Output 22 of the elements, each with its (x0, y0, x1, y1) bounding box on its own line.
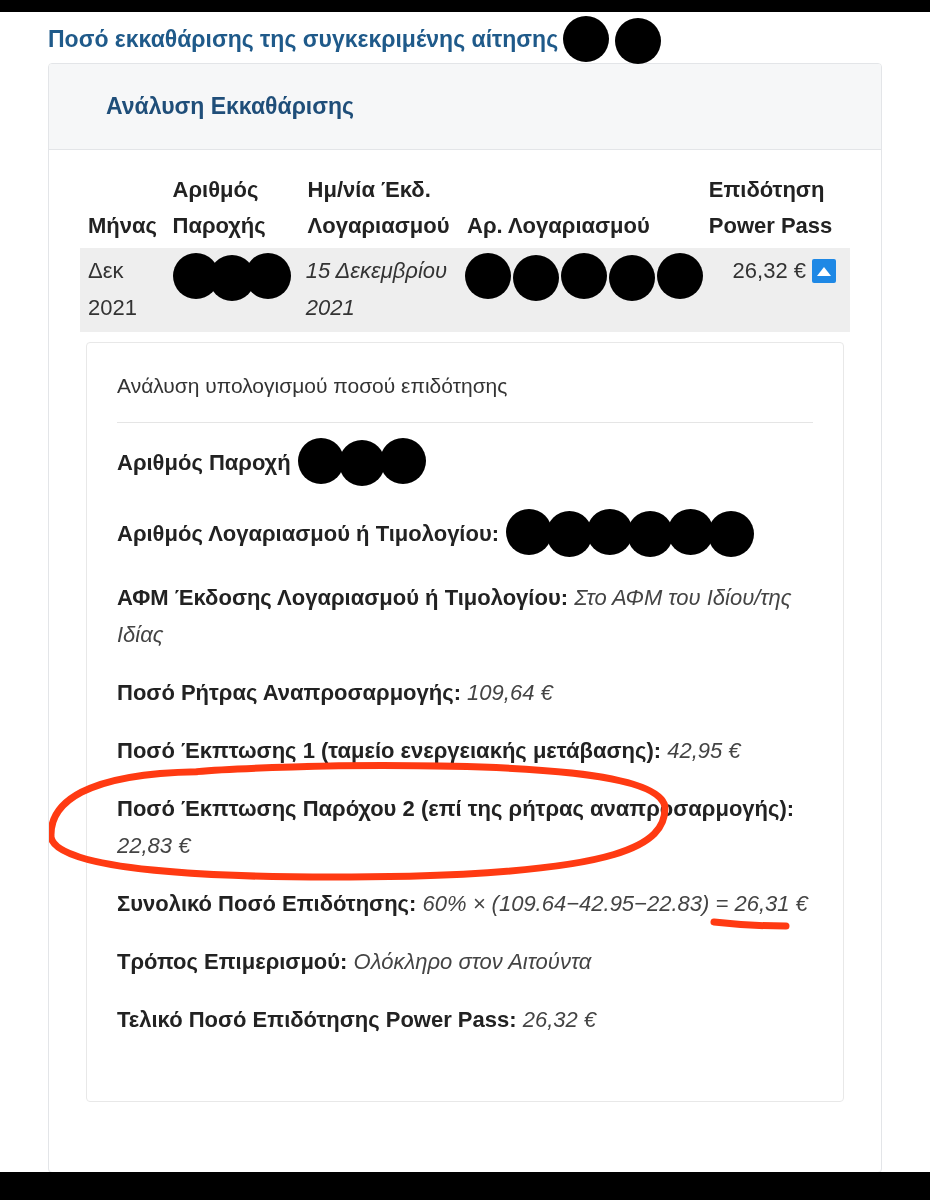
page-title: Ποσό εκκαθάρισης της συγκεκριμένης αίτησης (48, 25, 559, 55)
column-header: Επιδότηση Power Pass (708, 176, 834, 240)
detail-text: Αριθμός Παροχή (117, 448, 291, 477)
detail-text: Ποσό Ρήτρας Αναπροσαρμογής: 109,64 € (117, 679, 553, 707)
detail-text: ΑΦΜ Έκδοσης Λογαριασμού ή Τιμολογίου: Στο ΑΦΜ του Ιδίου/της Ιδίας (117, 584, 793, 649)
card-header: Ανάλυση Εκκαθάρισης (106, 92, 354, 122)
detail-text: Αριθμός Λογαριασμού ή Τιμολογίου: (117, 519, 500, 548)
collapse-button[interactable] (812, 259, 836, 283)
details-title: Ανάλυση υπολογισμού ποσού επιδότησης (117, 373, 509, 399)
column-header: Ημ/νία Έκδ. Λογαριασμού (307, 176, 451, 240)
table-cell-text: Δεκ 2021 (88, 257, 138, 322)
table-cell-text: 15 Δεκεμβρίου 2021 (305, 257, 449, 322)
detail-text: Ποσό Έκπτωσης 1 (ταμείο ενεργειακής μετάβασης): 42,95 € (117, 737, 741, 765)
table-cell-text: 26,32 € (732, 257, 806, 285)
column-header: Αριθμός Παροχής (172, 176, 267, 240)
column-header: Μήνας (88, 212, 158, 240)
column-header: Αρ. Λογαριασμού (467, 212, 651, 240)
table-row[interactable]: Δεκ 2021 15 Δεκεμβρίου 2021 26,32 € (80, 248, 850, 332)
detail-text: Τρόπος Επιμερισμού: Ολόκληρο στον Αιτούντα (117, 948, 592, 976)
caret-up-icon (817, 266, 831, 276)
detail-text: Συνολικό Ποσό Επιδότησης: 60% × (109.64−42.95−22.83) = 26,31 € (117, 890, 808, 918)
detail-text: Τελικό Ποσό Επιδότησης Power Pass: 26,32 € (117, 1006, 597, 1034)
